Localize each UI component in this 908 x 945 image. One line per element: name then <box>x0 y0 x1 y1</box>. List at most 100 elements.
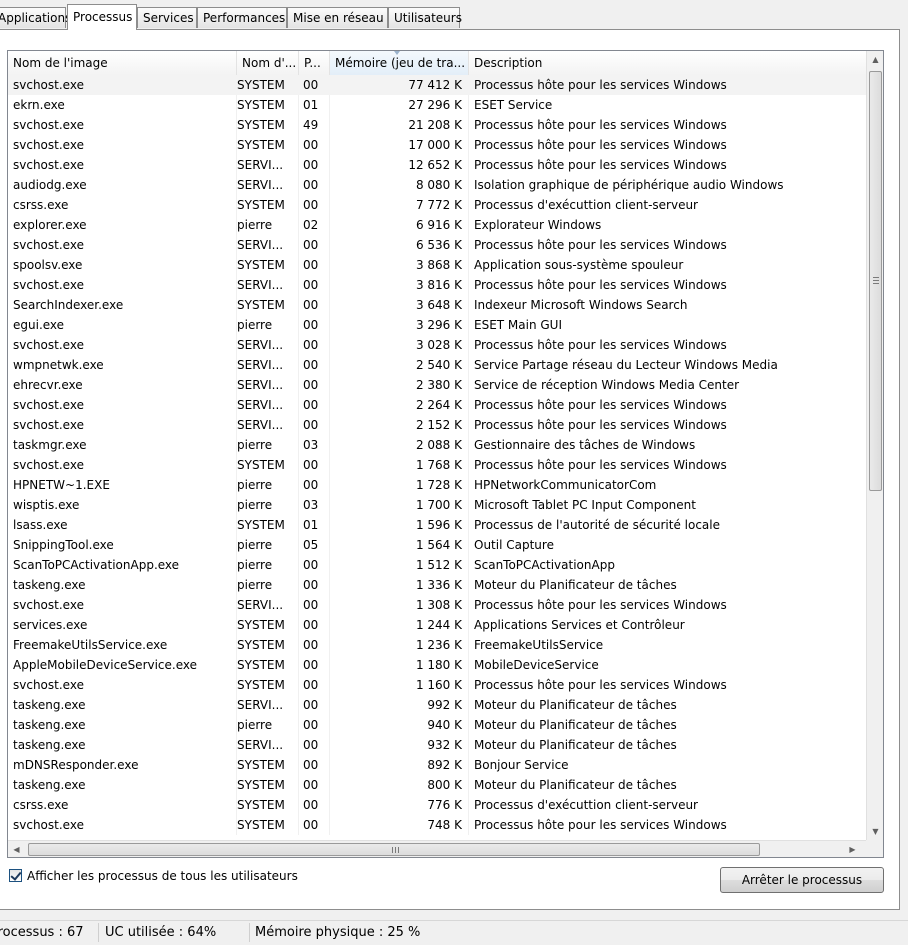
table-row[interactable]: taskmgr.exe pierre 03 2 088 K Gestionnaire d… <box>8 435 866 455</box>
process-name: audiodg.exe <box>13 178 87 192</box>
tab-utilisateurs[interactable]: Utilisateurs <box>388 7 462 28</box>
table-row[interactable]: csrss.exe SYSTEM 00 776 K Processus d'exécut… <box>8 795 866 815</box>
process-memory: 27 296 K <box>408 98 462 112</box>
vertical-scroll-thumb[interactable] <box>869 71 882 491</box>
process-user: SERVI... <box>237 698 284 712</box>
process-cpu: 00 <box>303 678 319 692</box>
table-row[interactable]: svchost.exe SERVI... 00 2 264 K Processus hô… <box>8 395 866 415</box>
process-user: SYSTEM <box>237 758 285 772</box>
grip-line <box>395 847 396 853</box>
table-row[interactable]: HPNETW~1.EXE pierre 00 1 728 K HPNetworkComm… <box>8 475 866 495</box>
horizontal-scroll-thumb[interactable] <box>28 843 760 856</box>
process-user: SYSTEM <box>237 778 285 792</box>
tab-performances[interactable]: Performances <box>197 7 287 28</box>
process-memory: 8 080 K <box>415 178 462 192</box>
column-header-cpu[interactable]: P... <box>299 51 330 75</box>
table-row[interactable]: svchost.exe SYSTEM 00 17 000 K Processus hôt… <box>8 135 866 155</box>
table-row[interactable]: svchost.exe SERVI... 00 2 152 K Processus hô… <box>8 415 866 435</box>
table-row[interactable]: audiodg.exe SERVI... 00 8 080 K Isolation gr… <box>8 175 866 195</box>
scroll-up-arrow-icon[interactable]: ▲ <box>867 51 883 68</box>
column-header-description[interactable]: Description <box>469 51 866 75</box>
table-row[interactable]: svchost.exe SERVI... 00 3 028 K Processus hô… <box>8 335 866 355</box>
process-user: SYSTEM <box>237 678 285 692</box>
process-cpu: 00 <box>303 398 319 412</box>
scroll-left-arrow-icon[interactable]: ◀ <box>8 841 25 857</box>
process-user: pierre <box>237 578 273 592</box>
horizontal-scrollbar[interactable]: ◀ ▶ <box>8 840 866 857</box>
table-row[interactable]: wisptis.exe pierre 03 1 700 K Microsoft Tabl… <box>8 495 866 515</box>
table-row[interactable]: ekrn.exe SYSTEM 01 27 296 K ESET Service <box>8 95 866 115</box>
process-memory: 748 K <box>427 818 462 832</box>
table-row[interactable]: SearchIndexer.exe SYSTEM 00 3 648 K Indexeur… <box>8 295 866 315</box>
table-row[interactable]: svchost.exe SYSTEM 00 1 160 K Processus hôte… <box>8 675 866 695</box>
table-row[interactable]: svchost.exe SYSTEM 00 77 412 K Processus hôt… <box>8 75 866 95</box>
table-row[interactable]: svchost.exe SERVI... 00 1 308 K Processus hô… <box>8 595 866 615</box>
tab-processus[interactable]: Processus <box>67 4 137 30</box>
column-header-name[interactable]: Nom de l'image <box>8 51 237 75</box>
table-row[interactable]: SnippingTool.exe pierre 05 1 564 K Outil Cap… <box>8 535 866 555</box>
process-memory: 2 088 K <box>415 438 462 452</box>
process-cpu: 00 <box>303 598 319 612</box>
table-row[interactable]: ehrecvr.exe SERVI... 00 2 380 K Service de r… <box>8 375 866 395</box>
process-description: Processus hôte pour les services Windows <box>474 398 727 412</box>
table-row[interactable]: FreemakeUtilsService.exe SYSTEM 00 1 236 K F… <box>8 635 866 655</box>
end-process-button[interactable]: Arrêter le processus <box>720 867 884 893</box>
table-row[interactable]: svchost.exe SYSTEM 00 1 768 K Processus hôte… <box>8 455 866 475</box>
table-row[interactable]: spoolsv.exe SYSTEM 00 3 868 K Application so… <box>8 255 866 275</box>
tab-mise-en-r-seau[interactable]: Mise en réseau <box>287 7 388 28</box>
scroll-right-arrow-icon[interactable]: ▶ <box>844 841 861 857</box>
table-row[interactable]: taskeng.exe SERVI... 00 992 K Moteur du Plan… <box>8 695 866 715</box>
table-row[interactable]: services.exe SYSTEM 00 1 244 K Applications … <box>8 615 866 635</box>
table-row[interactable]: wmpnetwk.exe SERVI... 00 2 540 K Service Par… <box>8 355 866 375</box>
scroll-down-arrow-icon[interactable]: ▼ <box>867 823 883 840</box>
table-row[interactable]: svchost.exe SERVI... 00 12 652 K Processus h… <box>8 155 866 175</box>
tab-services[interactable]: Services <box>137 7 197 28</box>
checkbox-checked-icon[interactable] <box>9 869 22 882</box>
process-memory: 992 K <box>427 698 462 712</box>
table-row[interactable]: taskeng.exe SERVI... 00 932 K Moteur du Plan… <box>8 735 866 755</box>
table-row[interactable]: egui.exe pierre 00 3 296 K ESET Main GUI <box>8 315 866 335</box>
process-cpu: 00 <box>303 778 319 792</box>
table-row[interactable]: mDNSResponder.exe SYSTEM 00 892 K Bonjour Se… <box>8 755 866 775</box>
vertical-scrollbar[interactable]: ▲ ▼ <box>866 51 883 840</box>
table-row[interactable]: ScanToPCActivationApp.exe pierre 00 1 512 K… <box>8 555 866 575</box>
process-memory: 1 236 K <box>415 638 462 652</box>
process-cpu: 00 <box>303 78 319 92</box>
process-name: taskeng.exe <box>13 778 86 792</box>
column-header-memory[interactable]: Mémoire (jeu de tra... <box>330 51 469 75</box>
table-row[interactable]: lsass.exe SYSTEM 01 1 596 K Processus de l'a… <box>8 515 866 535</box>
process-cpu: 00 <box>303 758 319 772</box>
process-memory: 1 700 K <box>415 498 462 512</box>
process-name: svchost.exe <box>13 598 84 612</box>
tab-applications[interactable]: Applications <box>0 7 71 28</box>
process-memory: 3 648 K <box>415 298 462 312</box>
process-memory: 932 K <box>427 738 462 752</box>
process-name: ehrecvr.exe <box>13 378 83 392</box>
table-row[interactable]: taskeng.exe pierre 00 1 336 K Moteur du Plan… <box>8 575 866 595</box>
column-header-user[interactable]: Nom d'... <box>237 51 299 75</box>
table-row[interactable]: svchost.exe SYSTEM 49 21 208 K Processus hôt… <box>8 115 866 135</box>
process-description: Applications Services et Contrôleur <box>474 618 685 632</box>
process-name: svchost.exe <box>13 338 84 352</box>
status-physical-memory: Mémoire physique : 25 % <box>255 925 421 940</box>
process-user: SYSTEM <box>237 798 285 812</box>
table-row[interactable]: explorer.exe pierre 02 6 916 K Explorateur W… <box>8 215 866 235</box>
table-row[interactable]: taskeng.exe SYSTEM 00 800 K Moteur du Planif… <box>8 775 866 795</box>
process-cpu: 00 <box>303 238 319 252</box>
table-row[interactable]: csrss.exe SYSTEM 00 7 772 K Processus d'exéc… <box>8 195 866 215</box>
table-row[interactable]: svchost.exe SYSTEM 00 748 K Processus hôte p… <box>8 815 866 835</box>
process-memory: 800 K <box>427 778 462 792</box>
process-name: taskeng.exe <box>13 738 86 752</box>
table-row[interactable]: taskeng.exe pierre 00 940 K Moteur du Planif… <box>8 715 866 735</box>
process-description: Microsoft Tablet PC Input Component <box>474 498 696 512</box>
process-cpu: 00 <box>303 178 319 192</box>
process-rows: svchost.exe SYSTEM 00 77 412 K Processus hôt… <box>8 75 866 835</box>
table-row[interactable]: svchost.exe SERVI... 00 6 536 K Processus hô… <box>8 235 866 255</box>
process-name: SearchIndexer.exe <box>13 298 124 312</box>
table-row[interactable]: svchost.exe SERVI... 00 3 816 K Processus hô… <box>8 275 866 295</box>
process-list[interactable]: Nom de l'image Nom d'... P... Mémoire (j… <box>7 50 884 858</box>
process-description: Isolation graphique de périphérique audi… <box>474 178 784 192</box>
grip-line <box>873 280 879 281</box>
process-cpu: 00 <box>303 258 319 272</box>
table-row[interactable]: AppleMobileDeviceService.exe SYSTEM 00 1 18… <box>8 655 866 675</box>
